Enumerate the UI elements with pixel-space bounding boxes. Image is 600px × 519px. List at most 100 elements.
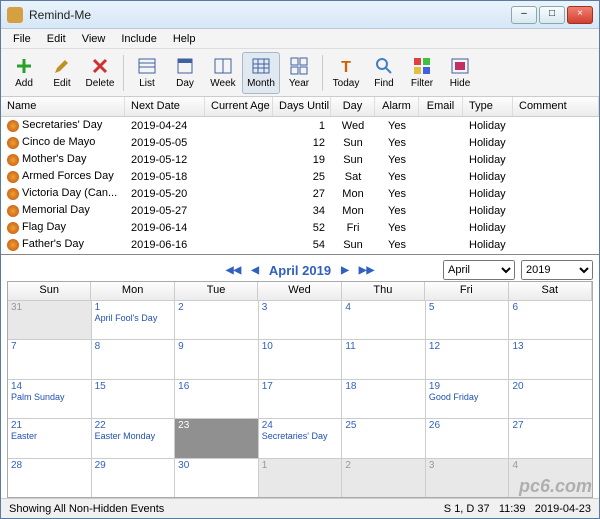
calendar-cell[interactable]: 4 — [342, 301, 426, 339]
day-number: 31 — [11, 302, 88, 313]
toolbar-add-button[interactable]: Add — [5, 52, 43, 94]
menu-view[interactable]: View — [74, 31, 114, 47]
calendar-cell[interactable]: 28 — [8, 459, 92, 497]
day-number: 1 — [95, 302, 172, 313]
toolbar: AddEditDeleteListDayWeekMonthYearTTodayF… — [1, 49, 599, 97]
list-row[interactable]: Victoria Day (Can...2019-05-2027MonYesHo… — [1, 185, 599, 202]
calendar-cell[interactable]: 26 — [426, 419, 510, 457]
close-button[interactable]: × — [567, 6, 593, 24]
nav-next-icon[interactable]: ▶ — [341, 265, 349, 276]
col-header-comment[interactable]: Comment — [513, 97, 599, 116]
calendar-cell[interactable]: 21Easter — [8, 419, 92, 457]
col-header-alarm[interactable]: Alarm — [375, 97, 419, 116]
menu-file[interactable]: File — [5, 31, 39, 47]
day-number: 6 — [512, 302, 589, 313]
toolbar-week-button[interactable]: Week — [204, 52, 242, 94]
toolbar-find-button[interactable]: Find — [365, 52, 403, 94]
calendar-week: 282930 1234 — [8, 458, 592, 497]
col-header-current-age[interactable]: Current Age — [205, 97, 273, 116]
calendar-nav: ◀◀ ◀ April 2019 ▶ ▶▶ April 2019 — [7, 259, 593, 281]
day-number: 9 — [178, 341, 255, 352]
calendar-cell[interactable]: 23 — [175, 419, 259, 457]
calendar-cell[interactable]: 7 — [8, 340, 92, 378]
calendar-cell[interactable]: 17 — [259, 380, 343, 418]
col-header-days-until[interactable]: Days Until — [273, 97, 331, 116]
calendar-cell[interactable]: 6 — [509, 301, 592, 339]
toolbar-hide-button[interactable]: Hide — [441, 52, 479, 94]
menu-include[interactable]: Include — [113, 31, 164, 47]
calendar-cell[interactable]: 12 — [426, 340, 510, 378]
day-number: 25 — [345, 420, 422, 431]
day-number: 23 — [178, 420, 255, 431]
calendar-cell[interactable]: 27 — [509, 419, 592, 457]
calendar-cell[interactable]: 31 — [8, 301, 92, 339]
svg-text:T: T — [341, 59, 351, 76]
calendar-cell[interactable]: 18 — [342, 380, 426, 418]
calendar-cell[interactable]: 22Easter Monday — [92, 419, 176, 457]
list-row[interactable]: Canada Day2019-07-0169MonYesHoliday — [1, 253, 599, 255]
calendar-cell[interactable]: 25 — [342, 419, 426, 457]
col-header-type[interactable]: Type — [463, 97, 513, 116]
col-header-day[interactable]: Day — [331, 97, 375, 116]
calendar-cell[interactable]: 4 — [509, 459, 592, 497]
calendar-week: 789 10111213 — [8, 339, 592, 378]
calendar-cell[interactable]: 8 — [92, 340, 176, 378]
calendar-cell[interactable]: 2 — [175, 301, 259, 339]
day-number: 30 — [178, 460, 255, 471]
list-row[interactable]: Secretaries' Day2019-04-241WedYesHoliday — [1, 117, 599, 134]
calendar-cell[interactable]: 1April Fool's Day — [92, 301, 176, 339]
col-header-name[interactable]: Name — [1, 97, 125, 116]
week-icon — [213, 56, 233, 76]
maximize-button[interactable]: □ — [539, 6, 565, 24]
calendar-cell[interactable]: 9 — [175, 340, 259, 378]
col-header-email[interactable]: Email — [419, 97, 463, 116]
toolbar-delete-button[interactable]: Delete — [81, 52, 119, 94]
toolbar-day-button[interactable]: Day — [166, 52, 204, 94]
calendar-cell[interactable]: 29 — [92, 459, 176, 497]
col-header-next-date[interactable]: Next Date — [125, 97, 205, 116]
calendar-cell[interactable]: 30 — [175, 459, 259, 497]
toolbar-edit-button[interactable]: Edit — [43, 52, 81, 94]
list-row[interactable]: Armed Forces Day2019-05-1825SatYesHolida… — [1, 168, 599, 185]
calendar-cell[interactable]: 10 — [259, 340, 343, 378]
dow-thu: Thu — [342, 282, 425, 300]
calendar-event: Good Friday — [429, 392, 506, 402]
day-number: 22 — [95, 420, 172, 431]
toolbar-filter-button[interactable]: Filter — [403, 52, 441, 94]
calendar-cell[interactable]: 13 — [509, 340, 592, 378]
toolbar-year-button[interactable]: Year — [280, 52, 318, 94]
nav-first-icon[interactable]: ◀◀ — [226, 265, 241, 276]
minimize-button[interactable]: – — [511, 6, 537, 24]
list-row[interactable]: Memorial Day2019-05-2734MonYesHoliday — [1, 202, 599, 219]
calendar-cell[interactable]: 3 — [259, 301, 343, 339]
nav-prev-icon[interactable]: ◀ — [251, 265, 259, 276]
list-row[interactable]: Flag Day2019-06-1452FriYesHoliday — [1, 219, 599, 236]
list-body[interactable]: Secretaries' Day2019-04-241WedYesHoliday… — [1, 117, 599, 255]
calendar-cell[interactable]: 24Secretaries' Day — [259, 419, 343, 457]
list-row[interactable]: Mother's Day2019-05-1219SunYesHoliday — [1, 151, 599, 168]
event-icon — [7, 154, 19, 166]
list-row[interactable]: Father's Day2019-06-1654SunYesHoliday — [1, 236, 599, 253]
month-icon — [251, 56, 271, 76]
list-row[interactable]: Cinco de Mayo2019-05-0512SunYesHoliday — [1, 134, 599, 151]
calendar-cell[interactable]: 1 — [259, 459, 343, 497]
month-select[interactable]: April — [443, 260, 515, 280]
calendar-grid: SunMonTueWedThuFriSat 311April Fool's Da… — [7, 281, 593, 498]
nav-last-icon[interactable]: ▶▶ — [359, 265, 374, 276]
toolbar-today-button[interactable]: TToday — [327, 52, 365, 94]
calendar-cell[interactable]: 20 — [509, 380, 592, 418]
year-select[interactable]: 2019 — [521, 260, 593, 280]
toolbar-month-button[interactable]: Month — [242, 52, 280, 94]
dow-sat: Sat — [509, 282, 592, 300]
menu-edit[interactable]: Edit — [39, 31, 74, 47]
calendar-cell[interactable]: 19Good Friday — [426, 380, 510, 418]
calendar-cell[interactable]: 14Palm Sunday — [8, 380, 92, 418]
calendar-cell[interactable]: 11 — [342, 340, 426, 378]
calendar-cell[interactable]: 16 — [175, 380, 259, 418]
calendar-cell[interactable]: 5 — [426, 301, 510, 339]
menu-help[interactable]: Help — [165, 31, 204, 47]
calendar-cell[interactable]: 2 — [342, 459, 426, 497]
toolbar-list-button[interactable]: List — [128, 52, 166, 94]
calendar-cell[interactable]: 15 — [92, 380, 176, 418]
calendar-cell[interactable]: 3 — [426, 459, 510, 497]
